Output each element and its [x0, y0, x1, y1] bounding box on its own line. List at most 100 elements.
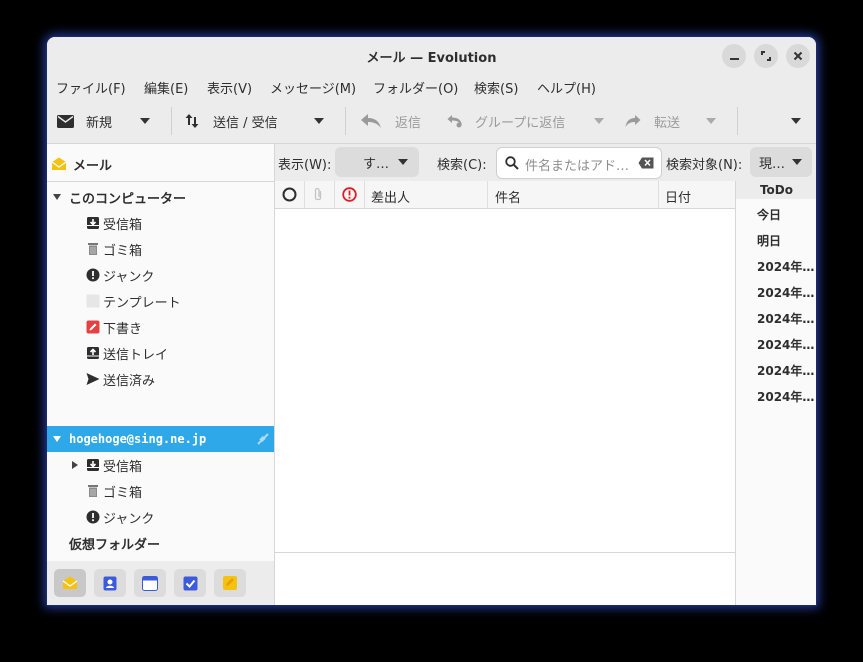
switcher-contacts-button[interactable] — [94, 569, 126, 597]
column-separator — [334, 181, 335, 208]
expander-down-icon[interactable] — [53, 436, 61, 442]
component-switcher — [47, 561, 274, 605]
sidebar-item-local-junk[interactable]: ジャンク — [47, 262, 274, 288]
todo-group-date[interactable]: 2024年… — [757, 258, 814, 275]
reply-group-dropdown[interactable] — [594, 99, 604, 143]
reply-button[interactable]: 返信 — [360, 99, 421, 143]
sidebar-item-local-drafts[interactable]: 下書き — [47, 314, 274, 340]
toolbar-overflow-button[interactable] — [791, 99, 801, 143]
column-flag[interactable] — [342, 187, 357, 206]
menu-view[interactable]: 表示(V) — [207, 78, 252, 97]
todo-group-date[interactable]: 2024年… — [757, 310, 814, 327]
templates-icon — [86, 294, 100, 308]
toolbar: 新規 送信 / 受信 返信 グループに返信 転送 — [47, 99, 816, 144]
switcher-mail-button[interactable] — [54, 569, 86, 597]
outbox-icon — [87, 347, 99, 359]
todo-group-date[interactable]: 2024年… — [757, 336, 814, 353]
expander-right-icon[interactable] — [72, 461, 78, 469]
menu-help[interactable]: ヘルプ(H) — [537, 78, 596, 97]
preview-pane[interactable] — [275, 552, 735, 605]
column-status[interactable] — [282, 187, 297, 206]
new-dropdown[interactable] — [140, 99, 150, 143]
sidebar-item-account-junk[interactable]: ジャンク — [47, 504, 274, 530]
calendar-icon — [142, 575, 158, 591]
sidebar-account-row[interactable]: hogehoge@sing.ne.jp — [47, 426, 274, 452]
scope-label: 検索対象(N): — [666, 158, 743, 173]
todo-header[interactable]: ToDo — [736, 181, 816, 199]
sidebar-group-this-computer[interactable]: このコンピューター — [47, 184, 274, 210]
window-title: メール — Evolution — [366, 51, 497, 66]
important-icon — [342, 187, 357, 202]
reply-group-button[interactable]: グループに返信 — [447, 99, 565, 143]
filter-bar: 表示(W): す… 検索(C): 件名またはアド… 検索対象(N): 現… — [275, 144, 816, 182]
trash-icon — [88, 243, 98, 255]
sidebar-item-label: 受信箱 — [103, 217, 143, 233]
menu-folder[interactable]: フォルダー(O) — [373, 78, 458, 97]
todo-group-tomorrow[interactable]: 明日 — [757, 232, 781, 249]
chevron-down-icon — [594, 118, 604, 124]
send-receive-dropdown[interactable] — [314, 99, 324, 143]
menu-search[interactable]: 検索(S) — [474, 78, 518, 97]
send-receive-button[interactable]: 送信 / 受信 — [185, 99, 278, 143]
sidebar-item-label: ジャンク — [103, 511, 155, 527]
scope-combo[interactable]: 現… — [750, 147, 812, 177]
new-button[interactable]: 新規 — [57, 99, 112, 143]
search-input[interactable]: 件名またはアド… — [496, 147, 662, 179]
toolbar-separator — [171, 107, 172, 135]
show-label: 表示(W): — [278, 158, 332, 173]
column-date[interactable]: 日付 — [665, 187, 691, 206]
todo-group-date[interactable]: 2024年… — [757, 362, 814, 379]
sent-icon — [86, 373, 100, 385]
menu-message[interactable]: メッセージ(M) — [270, 78, 356, 97]
forward-dropdown[interactable] — [706, 99, 716, 143]
menu-bar: ファイル(F) 編集(E) 表示(V) メッセージ(M) フォルダー(O) 検索… — [47, 75, 816, 99]
sidebar-item-local-templates[interactable]: テンプレート — [47, 288, 274, 314]
search-label: 検索(C): — [437, 158, 487, 173]
show-filter-combo[interactable]: す… — [335, 147, 419, 177]
menu-file[interactable]: ファイル(F) — [56, 78, 126, 97]
sidebar-item-local-inbox[interactable]: 受信箱 — [47, 210, 274, 236]
sidebar-header-label: メール — [73, 158, 113, 174]
inbox-icon — [87, 459, 99, 471]
account-label: hogehoge@sing.ne.jp — [69, 432, 207, 446]
todo-group-today[interactable]: 今日 — [757, 206, 781, 223]
sidebar-item-account-trash[interactable]: ゴミ箱 — [47, 478, 274, 504]
sidebar-group-virtual-folders[interactable]: 仮想フォルダー — [47, 530, 274, 556]
column-separator — [304, 181, 305, 208]
sidebar-item-local-trash[interactable]: ゴミ箱 — [47, 236, 274, 262]
search-placeholder: 件名またはアド… — [525, 159, 630, 174]
sidebar-item-label: ゴミ箱 — [103, 243, 143, 259]
sidebar-item-account-inbox[interactable]: 受信箱 — [47, 452, 274, 478]
clear-search-icon[interactable] — [638, 157, 654, 169]
column-subject[interactable]: 件名 — [495, 187, 521, 206]
maximize-button[interactable] — [754, 44, 778, 68]
sidebar-item-label: 送信トレイ — [103, 347, 169, 363]
close-button[interactable] — [786, 44, 810, 68]
message-list[interactable]: 差出人 件名 日付 — [275, 181, 735, 605]
column-from[interactable]: 差出人 — [371, 187, 410, 206]
switcher-tasks-button[interactable] — [174, 569, 206, 597]
column-separator — [487, 181, 488, 208]
switcher-calendar-button[interactable] — [134, 569, 166, 597]
reply-icon — [361, 114, 381, 128]
todo-group-date[interactable]: 2024年… — [757, 388, 814, 405]
sidebar-group-label: 仮想フォルダー — [69, 537, 161, 553]
todo-group-date[interactable]: 2024年… — [757, 284, 814, 301]
column-separator — [658, 181, 659, 208]
chevron-down-icon — [398, 159, 408, 165]
forward-button[interactable]: 転送 — [625, 99, 680, 143]
reply-group-icon — [447, 115, 462, 128]
column-attachment[interactable] — [313, 187, 323, 206]
send-receive-label: 送信 / 受信 — [213, 115, 278, 131]
minimize-button[interactable] — [722, 44, 746, 68]
trash-icon — [88, 485, 98, 497]
chevron-down-icon — [140, 118, 150, 124]
forward-icon — [625, 115, 641, 127]
sidebar-item-local-outbox[interactable]: 送信トレイ — [47, 340, 274, 366]
expander-down-icon[interactable] — [53, 194, 61, 200]
switcher-memos-button[interactable] — [214, 569, 246, 597]
sidebar-item-local-sent[interactable]: 送信済み — [47, 366, 274, 392]
title-bar[interactable]: メール — Evolution — [47, 37, 816, 75]
sidebar-item-label: 受信箱 — [103, 459, 143, 475]
menu-edit[interactable]: 編集(E) — [144, 78, 188, 97]
